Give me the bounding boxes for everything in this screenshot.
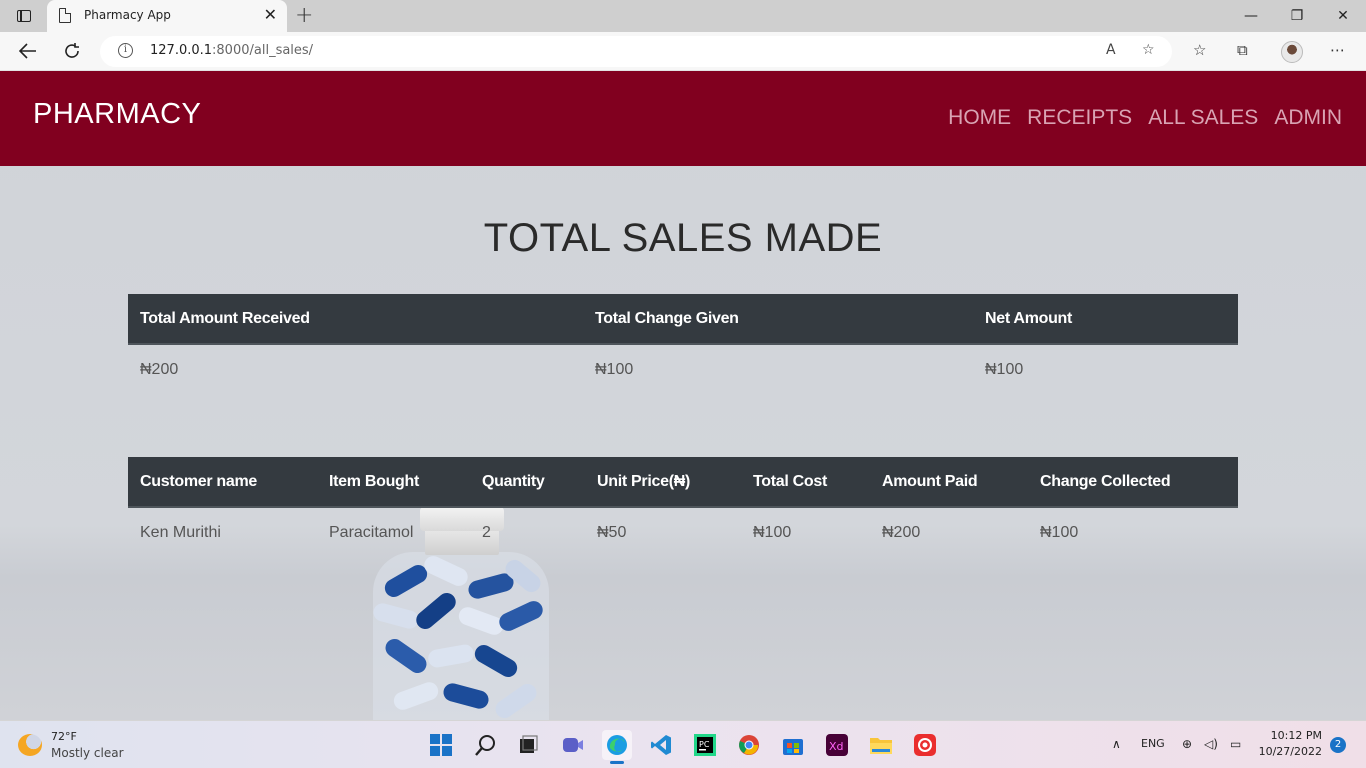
notification-badge[interactable]: 2: [1330, 737, 1346, 753]
restore-button[interactable]: ❐: [1274, 0, 1320, 32]
adobe-xd-icon[interactable]: Xd: [822, 730, 852, 760]
column-header: Unit Price(₦): [585, 457, 741, 508]
tab-actions-icon[interactable]: [10, 6, 38, 26]
search-icon[interactable]: [471, 730, 501, 760]
file-explorer-icon[interactable]: [866, 730, 896, 760]
table-cell: Paracitamol: [329, 523, 414, 541]
table-cell: ₦200: [882, 523, 921, 541]
read-aloud-icon[interactable]: A: [1106, 42, 1116, 58]
collections-icon[interactable]: ⧉: [1237, 41, 1248, 59]
summary-header-row: Total Amount Received Total Change Given…: [128, 294, 1238, 345]
chevron-up-icon[interactable]: ∧: [1112, 737, 1121, 751]
volume-icon[interactable]: ◁): [1204, 737, 1218, 751]
table-row: Ken Murithi Paracitamol 2 ₦50 ₦100 ₦200 …: [128, 507, 1238, 557]
network-icon[interactable]: ⊕: [1182, 737, 1192, 751]
more-options-icon[interactable]: ⋯: [1330, 41, 1345, 59]
nav-links: HOME RECEIPTS ALL SALES ADMIN: [948, 106, 1342, 130]
table-row: ₦200 ₦100 ₦100: [128, 344, 1238, 394]
back-arrow-icon[interactable]: [14, 38, 42, 64]
close-tab-icon[interactable]: ✕: [264, 6, 277, 24]
table-cell: ₦50: [597, 523, 627, 541]
page-favicon-icon: [59, 8, 71, 23]
nav-receipts[interactable]: RECEIPTS: [1027, 106, 1132, 130]
weather-moon-icon[interactable]: [18, 734, 42, 756]
os-taskbar: 72°F Mostly clear PC Xd ∧ ENG ⊕ ◁) ▭ 10:…: [0, 720, 1366, 768]
vscode-icon[interactable]: [646, 730, 676, 760]
column-header: Total Cost: [741, 457, 870, 508]
browser-tab-strip: Pharmacy App ✕ + — ❐ ✕: [0, 0, 1366, 32]
minimize-button[interactable]: —: [1228, 0, 1274, 32]
url-text: 127.0.0.1:8000/all_sales/: [150, 43, 314, 58]
sales-header-row: Customer name Item Bought Quantity Unit …: [128, 457, 1238, 508]
summary-table: Total Amount Received Total Change Given…: [128, 294, 1238, 394]
column-header: Total Change Given: [583, 294, 973, 345]
table-cell: ₦200: [140, 360, 179, 378]
task-view-icon[interactable]: [513, 730, 543, 760]
page-content: PHARMACY HOME RECEIPTS ALL SALES ADMIN T…: [0, 71, 1366, 720]
browser-tab[interactable]: Pharmacy App ✕: [47, 0, 287, 32]
table-cell: 2: [482, 523, 491, 541]
language-indicator[interactable]: ENG: [1141, 737, 1165, 750]
window-controls: — ❐ ✕: [1228, 0, 1366, 32]
clock-time[interactable]: 10:12 PM: [1271, 729, 1322, 742]
tab-title: Pharmacy App: [84, 8, 171, 22]
address-bar[interactable]: i 127.0.0.1:8000/all_sales/ A ☆: [100, 36, 1172, 67]
weather-temperature[interactable]: 72°F: [51, 730, 77, 743]
microsoft-store-icon[interactable]: [778, 730, 808, 760]
battery-icon[interactable]: ▭: [1230, 737, 1241, 751]
column-header: Quantity: [470, 457, 585, 508]
column-header: Item Bought: [317, 457, 470, 508]
clock-date[interactable]: 10/27/2022: [1259, 745, 1322, 758]
new-tab-button[interactable]: +: [295, 3, 313, 28]
close-window-button[interactable]: ✕: [1320, 0, 1366, 32]
svg-text:Xd: Xd: [829, 740, 844, 753]
nav-home[interactable]: HOME: [948, 106, 1011, 130]
table-cell: ₦100: [595, 360, 634, 378]
table-cell: ₦100: [753, 523, 792, 541]
site-navbar: PHARMACY HOME RECEIPTS ALL SALES ADMIN: [0, 71, 1366, 166]
nav-all-sales[interactable]: ALL SALES: [1148, 106, 1258, 130]
column-header: Amount Paid: [870, 457, 1028, 508]
table-cell: Ken Murithi: [140, 523, 221, 541]
nav-admin[interactable]: ADMIN: [1274, 106, 1342, 130]
column-header: Total Amount Received: [128, 294, 583, 345]
favorites-icon[interactable]: ☆: [1193, 41, 1206, 59]
table-cell: ₦100: [1040, 523, 1079, 541]
svg-text:PC: PC: [699, 740, 710, 749]
start-icon[interactable]: [426, 730, 456, 760]
weather-description[interactable]: Mostly clear: [51, 746, 124, 760]
teams-chat-icon[interactable]: [558, 730, 588, 760]
creative-cloud-icon[interactable]: [910, 730, 940, 760]
site-brand[interactable]: PHARMACY: [33, 98, 201, 131]
column-header: Net Amount: [973, 294, 1238, 345]
edge-browser-icon[interactable]: [602, 730, 632, 764]
sales-table: Customer name Item Bought Quantity Unit …: [128, 457, 1238, 557]
site-info-icon[interactable]: i: [118, 43, 133, 58]
column-header: Change Collected: [1028, 457, 1238, 508]
pycharm-icon[interactable]: PC: [690, 730, 720, 760]
refresh-icon[interactable]: [58, 38, 86, 64]
column-header: Customer name: [128, 457, 317, 508]
add-favorite-icon[interactable]: ☆: [1142, 42, 1155, 58]
table-cell: ₦100: [985, 360, 1024, 378]
browser-toolbar: i 127.0.0.1:8000/all_sales/ A ☆ ☆ ⧉ ⋯: [0, 32, 1366, 71]
profile-avatar[interactable]: [1281, 41, 1303, 63]
chrome-icon[interactable]: [734, 730, 764, 760]
page-title: TOTAL SALES MADE: [483, 216, 883, 260]
